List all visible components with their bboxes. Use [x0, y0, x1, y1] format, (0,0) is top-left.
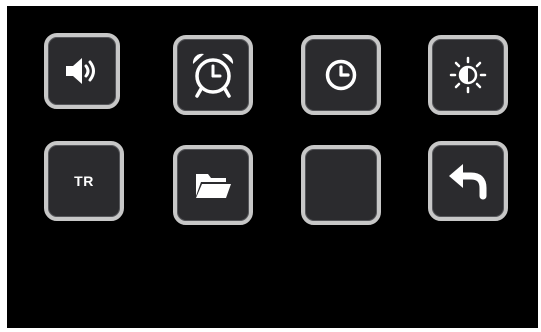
clock-icon — [325, 59, 357, 91]
folder-icon — [196, 174, 231, 198]
clock-button[interactable] — [301, 35, 381, 115]
alarm-button[interactable] — [173, 35, 253, 115]
volume-button[interactable] — [44, 33, 120, 109]
speaker-volume-icon — [66, 58, 95, 84]
language-button[interactable]: TR — [44, 141, 124, 221]
back-button[interactable] — [428, 141, 508, 221]
empty-button[interactable] — [301, 145, 381, 225]
menu-screen: TR — [7, 6, 538, 328]
back-arrow-icon — [449, 164, 487, 200]
brightness-icon — [449, 56, 487, 94]
brightness-button[interactable] — [428, 35, 508, 115]
alarm-clock-icon — [192, 53, 234, 98]
language-label: TR — [74, 173, 94, 189]
folder-button[interactable] — [173, 145, 253, 225]
